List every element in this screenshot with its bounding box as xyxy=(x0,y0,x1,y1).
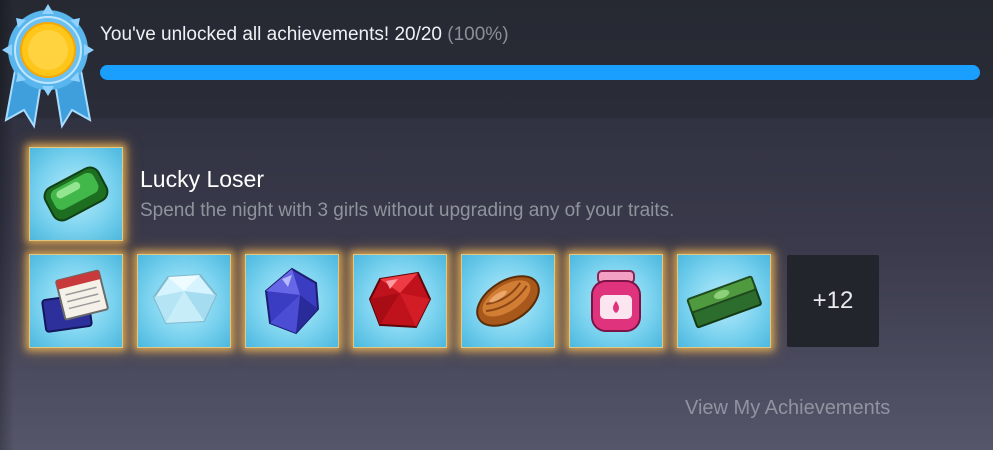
red-gem-icon xyxy=(368,271,432,329)
more-achievements-badge[interactable]: +12 xyxy=(787,255,879,347)
view-achievements-link[interactable]: View My Achievements xyxy=(685,397,890,420)
achievement-tile-6[interactable] xyxy=(569,254,663,348)
achievement-tile-1[interactable] xyxy=(29,254,123,348)
blue-gem-icon xyxy=(264,267,320,335)
featured-achievement-name: Lucky Loser xyxy=(140,166,265,192)
progress-bar xyxy=(100,65,980,80)
achievement-tile-5[interactable] xyxy=(461,254,555,348)
pink-jar-icon xyxy=(591,270,641,332)
achievement-tile-3[interactable] xyxy=(245,254,339,348)
achievement-tile-7[interactable] xyxy=(677,254,771,348)
bronze-stone-icon xyxy=(476,275,540,327)
featured-achievement-description: Spend the night with 3 girls without upg… xyxy=(140,200,675,221)
more-achievements-count: +12 xyxy=(812,287,854,314)
diamond-icon xyxy=(152,273,218,325)
progress-message: You've unlocked all achievements! 20/20 xyxy=(100,24,442,45)
calendar-book-icon xyxy=(41,269,109,333)
progress-header xyxy=(0,0,993,118)
achievement-tile-2[interactable] xyxy=(137,254,231,348)
progress-summary: You've unlocked all achievements! 20/20 … xyxy=(100,24,509,46)
progress-percent: (100%) xyxy=(447,24,509,45)
featured-achievement-icon[interactable] xyxy=(29,147,123,241)
green-cash-icon xyxy=(686,275,762,329)
achievement-tile-4[interactable] xyxy=(353,254,447,348)
award-ribbon-icon xyxy=(2,4,94,129)
green-gem-icon xyxy=(43,166,109,222)
progress-bar-fill xyxy=(100,65,980,80)
